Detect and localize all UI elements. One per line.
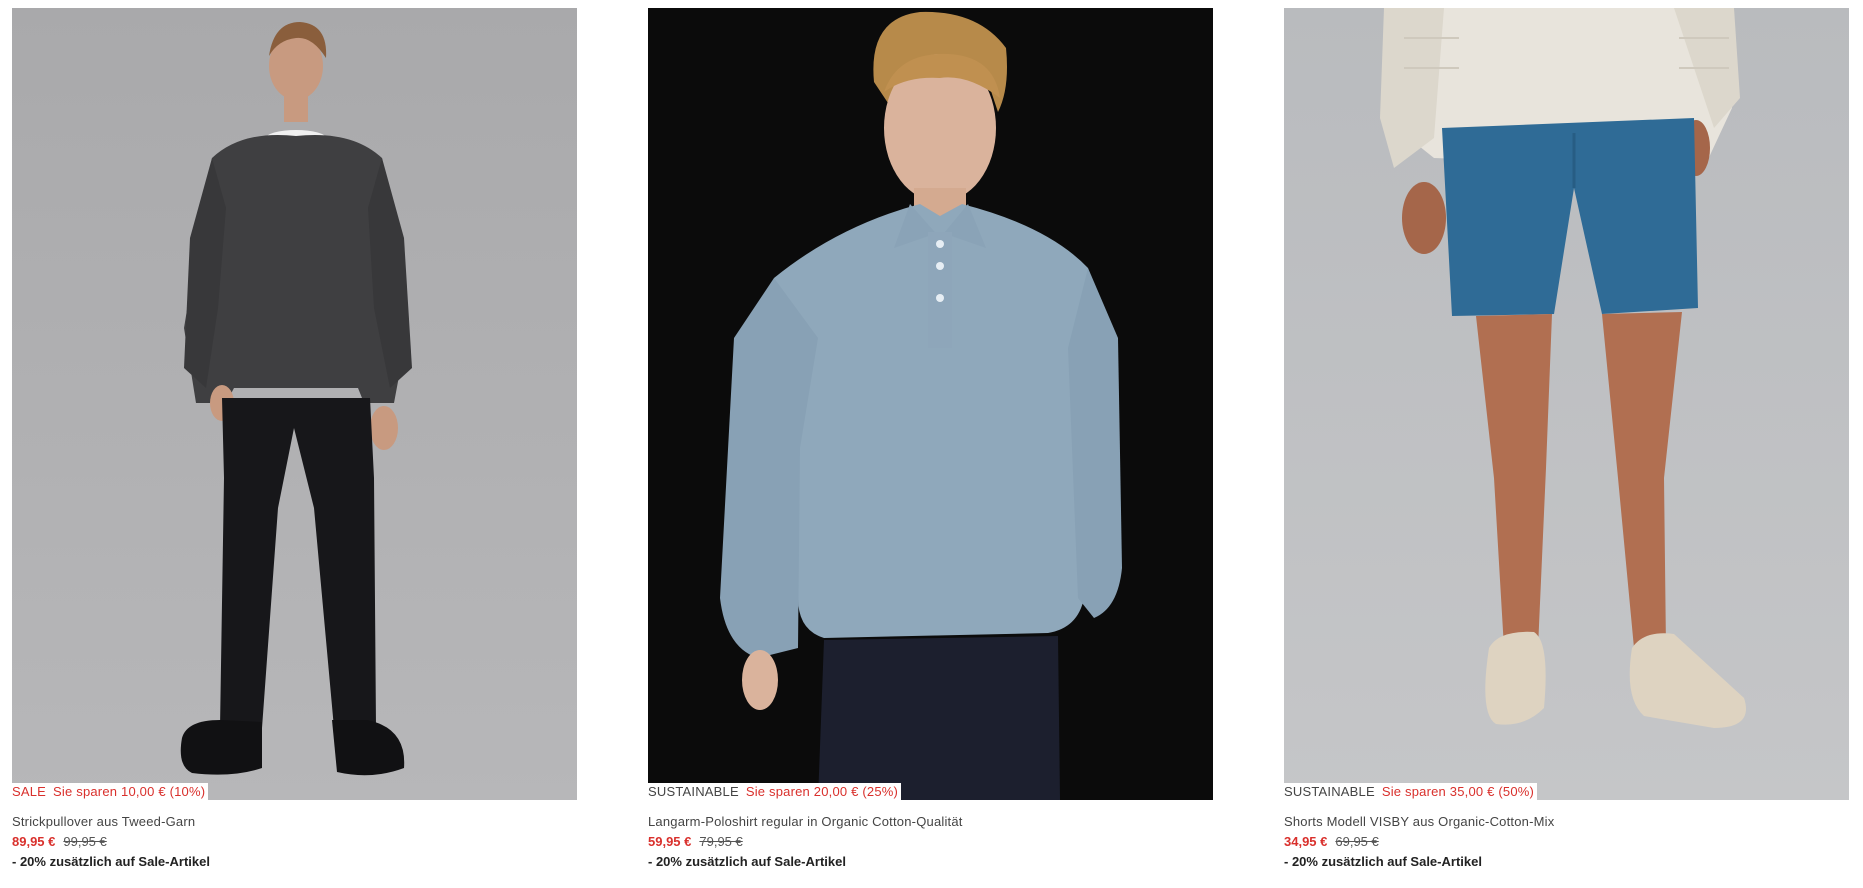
product-grid: SALE Sie sparen 10,00 € (10%) Strickpullo…	[12, 8, 1852, 888]
price-row: 59,95 € 79,95 €	[648, 833, 743, 851]
savings-text: Sie sparen 35,00 € (50%)	[1381, 784, 1535, 799]
product-photo-sweater	[12, 8, 577, 800]
product-image[interactable]	[12, 8, 577, 800]
current-price: 89,95 €	[12, 834, 56, 849]
product-card[interactable]: SUSTAINABLE Sie sparen 35,00 € (50%) Shor…	[1284, 8, 1849, 888]
product-image[interactable]	[1284, 8, 1849, 800]
badge-row: SUSTAINABLE Sie sparen 20,00 € (25%)	[648, 783, 902, 801]
product-photo-polo	[648, 8, 1213, 800]
current-price: 34,95 €	[1284, 834, 1328, 849]
price-row: 89,95 € 99,95 €	[12, 833, 107, 851]
original-price: 99,95 €	[63, 834, 107, 849]
sustainable-badge: SUSTAINABLE	[1284, 784, 1375, 799]
product-image[interactable]	[648, 8, 1213, 800]
original-price: 69,95 €	[1335, 834, 1379, 849]
product-card[interactable]: SUSTAINABLE Sie sparen 20,00 € (25%) Lang…	[648, 8, 1213, 888]
badge-row: SALE Sie sparen 10,00 € (10%)	[12, 783, 209, 801]
sale-badge: SALE	[12, 784, 47, 799]
original-price: 79,95 €	[699, 834, 743, 849]
promo-text: - 20% zusätzlich auf Sale-Artikel	[1284, 854, 1482, 869]
current-price: 59,95 €	[648, 834, 692, 849]
product-photo-shorts	[1284, 8, 1849, 800]
badge-row: SUSTAINABLE Sie sparen 35,00 € (50%)	[1284, 783, 1538, 801]
product-title[interactable]: Strickpullover aus Tweed-Garn	[12, 813, 195, 831]
promo-text: - 20% zusätzlich auf Sale-Artikel	[648, 854, 846, 869]
savings-text: Sie sparen 10,00 € (10%)	[53, 784, 206, 799]
product-card[interactable]: SALE Sie sparen 10,00 € (10%) Strickpullo…	[12, 8, 577, 888]
price-row: 34,95 € 69,95 €	[1284, 833, 1379, 851]
product-title[interactable]: Shorts Modell VISBY aus Organic-Cotton-M…	[1284, 813, 1554, 831]
promo-text: - 20% zusätzlich auf Sale-Artikel	[12, 854, 210, 869]
sustainable-badge: SUSTAINABLE	[648, 784, 739, 799]
product-title[interactable]: Langarm-Poloshirt regular in Organic Cot…	[648, 813, 963, 831]
savings-text: Sie sparen 20,00 € (25%)	[745, 784, 899, 799]
